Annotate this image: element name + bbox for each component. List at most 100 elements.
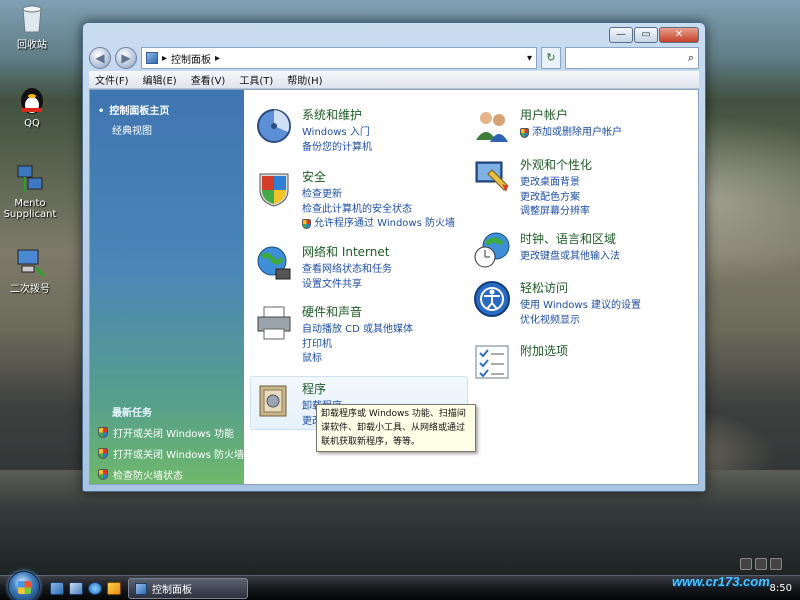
category-network: 网络和 Internet 查看网络状态和任务 设置文件共享 [254,243,392,292]
category-link[interactable]: 检查更新 [302,188,455,203]
refresh-button[interactable]: ↻ [541,47,561,69]
category-title[interactable]: 外观和个性化 [520,156,592,173]
category-title[interactable]: 安全 [302,168,455,185]
category-appearance: 外观和个性化 更改桌面背景 更改配色方案 调整屏幕分辨率 [472,156,592,220]
category-link[interactable]: Windows 入门 [302,126,372,141]
network-computers-icon [14,164,46,196]
recycle-bin-icon [16,2,48,34]
taskbar-button-control-panel[interactable]: 控制面板 [128,578,248,599]
category-clock: 时钟、语言和区域 更改键盘或其他输入法 [472,230,620,270]
category-link[interactable]: 打印机 [302,338,413,353]
user-accounts-icon[interactable] [472,106,512,146]
desktop-icon-recycle-bin[interactable]: 回收站 [2,2,62,51]
system-maintenance-icon[interactable] [254,106,294,146]
category-link[interactable]: 更改键盘或其他输入法 [520,250,620,265]
recent-task-firewall-toggle[interactable]: 打开或关闭 Windows 防火墙 [98,446,244,461]
back-button[interactable]: ◀ [89,47,111,69]
category-title[interactable]: 网络和 Internet [302,243,392,260]
task-pane: 控制面板主页 经典视图 最新任务 打开或关闭 Windows 功能 打开或关闭 … [90,90,244,484]
internet-explorer-icon[interactable] [88,582,102,595]
desktop-icon-label: Mento Supplicant [3,198,57,220]
control-panel-icon [146,52,158,64]
category-link[interactable]: 查看网络状态和任务 [302,263,392,278]
recent-task-label: 检查防火墙状态 [113,471,183,482]
shield-icon [302,219,311,230]
menu-file[interactable]: 文件(F) [95,72,129,87]
system-tray-icons [740,558,782,570]
control-panel-home-link[interactable]: 控制面板主页 [98,102,244,117]
close-button[interactable]: ✕ [659,27,699,43]
category-title[interactable]: 时钟、语言和区域 [520,230,620,247]
breadcrumb-arrow[interactable]: ▸ [215,53,220,64]
category-link[interactable]: 设置文件共享 [302,278,392,293]
taskbar-button-label: 控制面板 [152,585,192,596]
desktop-icon-dialup[interactable]: 二次拨号 [0,246,60,295]
category-link[interactable]: 使用 Windows 建议的设置 [520,299,641,314]
category-link[interactable]: 更改配色方案 [520,191,592,206]
address-dropdown-icon[interactable]: ▾ [527,53,532,64]
recent-tasks-title: 最新任务 [112,408,152,419]
switch-windows-icon[interactable] [69,582,83,595]
search-icon[interactable]: ⌕ [688,51,694,65]
recent-task-label: 打开或关闭 Windows 功能 [113,429,234,440]
category-link[interactable]: 更改桌面背景 [520,176,592,191]
desktop-icon-mento-supplicant[interactable]: Mento Supplicant [0,164,60,220]
tray-network-icon[interactable] [740,558,752,570]
tray-security-icon[interactable] [770,558,782,570]
category-title[interactable]: 附加选项 [520,342,568,359]
additional-options-icon[interactable] [472,342,512,382]
category-title[interactable]: 用户帐户 [520,106,622,123]
menu-tools[interactable]: 工具(T) [239,72,273,87]
category-title[interactable]: 硬件和声音 [302,303,413,320]
programs-tooltip: 卸载程序或 Windows 功能、扫描间谍软件、卸载小工具、从网络或通过联机获取… [316,404,476,452]
forward-button[interactable]: ▶ [115,47,137,69]
menu-edit[interactable]: 编辑(E) [143,72,177,87]
ease-of-access-icon[interactable] [472,279,512,319]
recent-task-firewall-status[interactable]: 检查防火墙状态 [98,467,244,482]
category-link-label: 允许程序通过 Windows 防火墙 [314,218,455,229]
start-button[interactable] [8,571,40,600]
category-link-shield[interactable]: 添加或删除用户帐户 [520,126,622,141]
qq-penguin-icon [16,84,48,116]
breadcrumb[interactable]: 控制面板 [171,51,211,66]
category-link[interactable]: 检查此计算机的安全状态 [302,203,455,218]
category-system: 系统和维护 Windows 入门 备份您的计算机 [254,106,372,155]
category-link-shield[interactable]: 允许程序通过 Windows 防火墙 [302,217,455,232]
category-link[interactable]: 优化视频显示 [520,314,641,329]
media-player-icon[interactable] [107,582,121,595]
category-security: 安全 检查更新 检查此计算机的安全状态 允许程序通过 Windows 防火墙 [254,168,455,232]
security-shield-icon[interactable] [254,168,294,208]
dialup-computer-icon [14,246,46,278]
category-title[interactable]: 轻松访问 [520,279,641,296]
programs-icon[interactable] [254,380,294,420]
category-hardware: 硬件和声音 自动播放 CD 或其他媒体 打印机 鼠标 [254,303,413,367]
tray-volume-icon[interactable] [755,558,767,570]
category-users: 用户帐户 添加或删除用户帐户 [472,106,622,146]
appearance-monitor-icon[interactable] [472,156,512,196]
category-title[interactable]: 系统和维护 [302,106,372,123]
category-link[interactable]: 备份您的计算机 [302,141,372,156]
printer-icon[interactable] [254,303,294,343]
address-row: ◀ ▶ ▸ 控制面板 ▸ ▾ ↻ ⌕ [89,45,699,71]
category-link[interactable]: 调整屏幕分辨率 [520,205,592,220]
control-panel-window: — ▭ ✕ ◀ ▶ ▸ 控制面板 ▸ ▾ ↻ ⌕ 文件(F) 编辑(E) 查看(… [82,22,706,492]
maximize-button[interactable]: ▭ [634,27,658,43]
search-input[interactable]: ⌕ [565,47,699,69]
desktop-icon-qq[interactable]: QQ [2,84,62,129]
category-link[interactable]: 鼠标 [302,352,413,367]
categories-pane: 系统和维护 Windows 入门 备份您的计算机 安全 检查更新 检查此计算机的… [244,90,698,484]
show-desktop-icon[interactable] [50,582,64,595]
recent-task-windows-features[interactable]: 打开或关闭 Windows 功能 [98,425,244,440]
menu-bar: 文件(F) 编辑(E) 查看(V) 工具(T) 帮助(H) [89,71,699,89]
desktop-icon-label: QQ [24,118,40,129]
menu-help[interactable]: 帮助(H) [287,72,322,87]
menu-view[interactable]: 查看(V) [191,72,226,87]
category-title[interactable]: 程序 [302,380,342,397]
classic-view-link[interactable]: 经典视图 [98,122,244,137]
minimize-button[interactable]: — [609,27,633,43]
address-bar[interactable]: ▸ 控制面板 ▸ ▾ [141,47,537,69]
category-link[interactable]: 自动播放 CD 或其他媒体 [302,323,413,338]
desktop-icon-label: 回收站 [17,40,47,51]
clock-globe-icon[interactable] [472,230,512,270]
network-globe-icon[interactable] [254,243,294,283]
